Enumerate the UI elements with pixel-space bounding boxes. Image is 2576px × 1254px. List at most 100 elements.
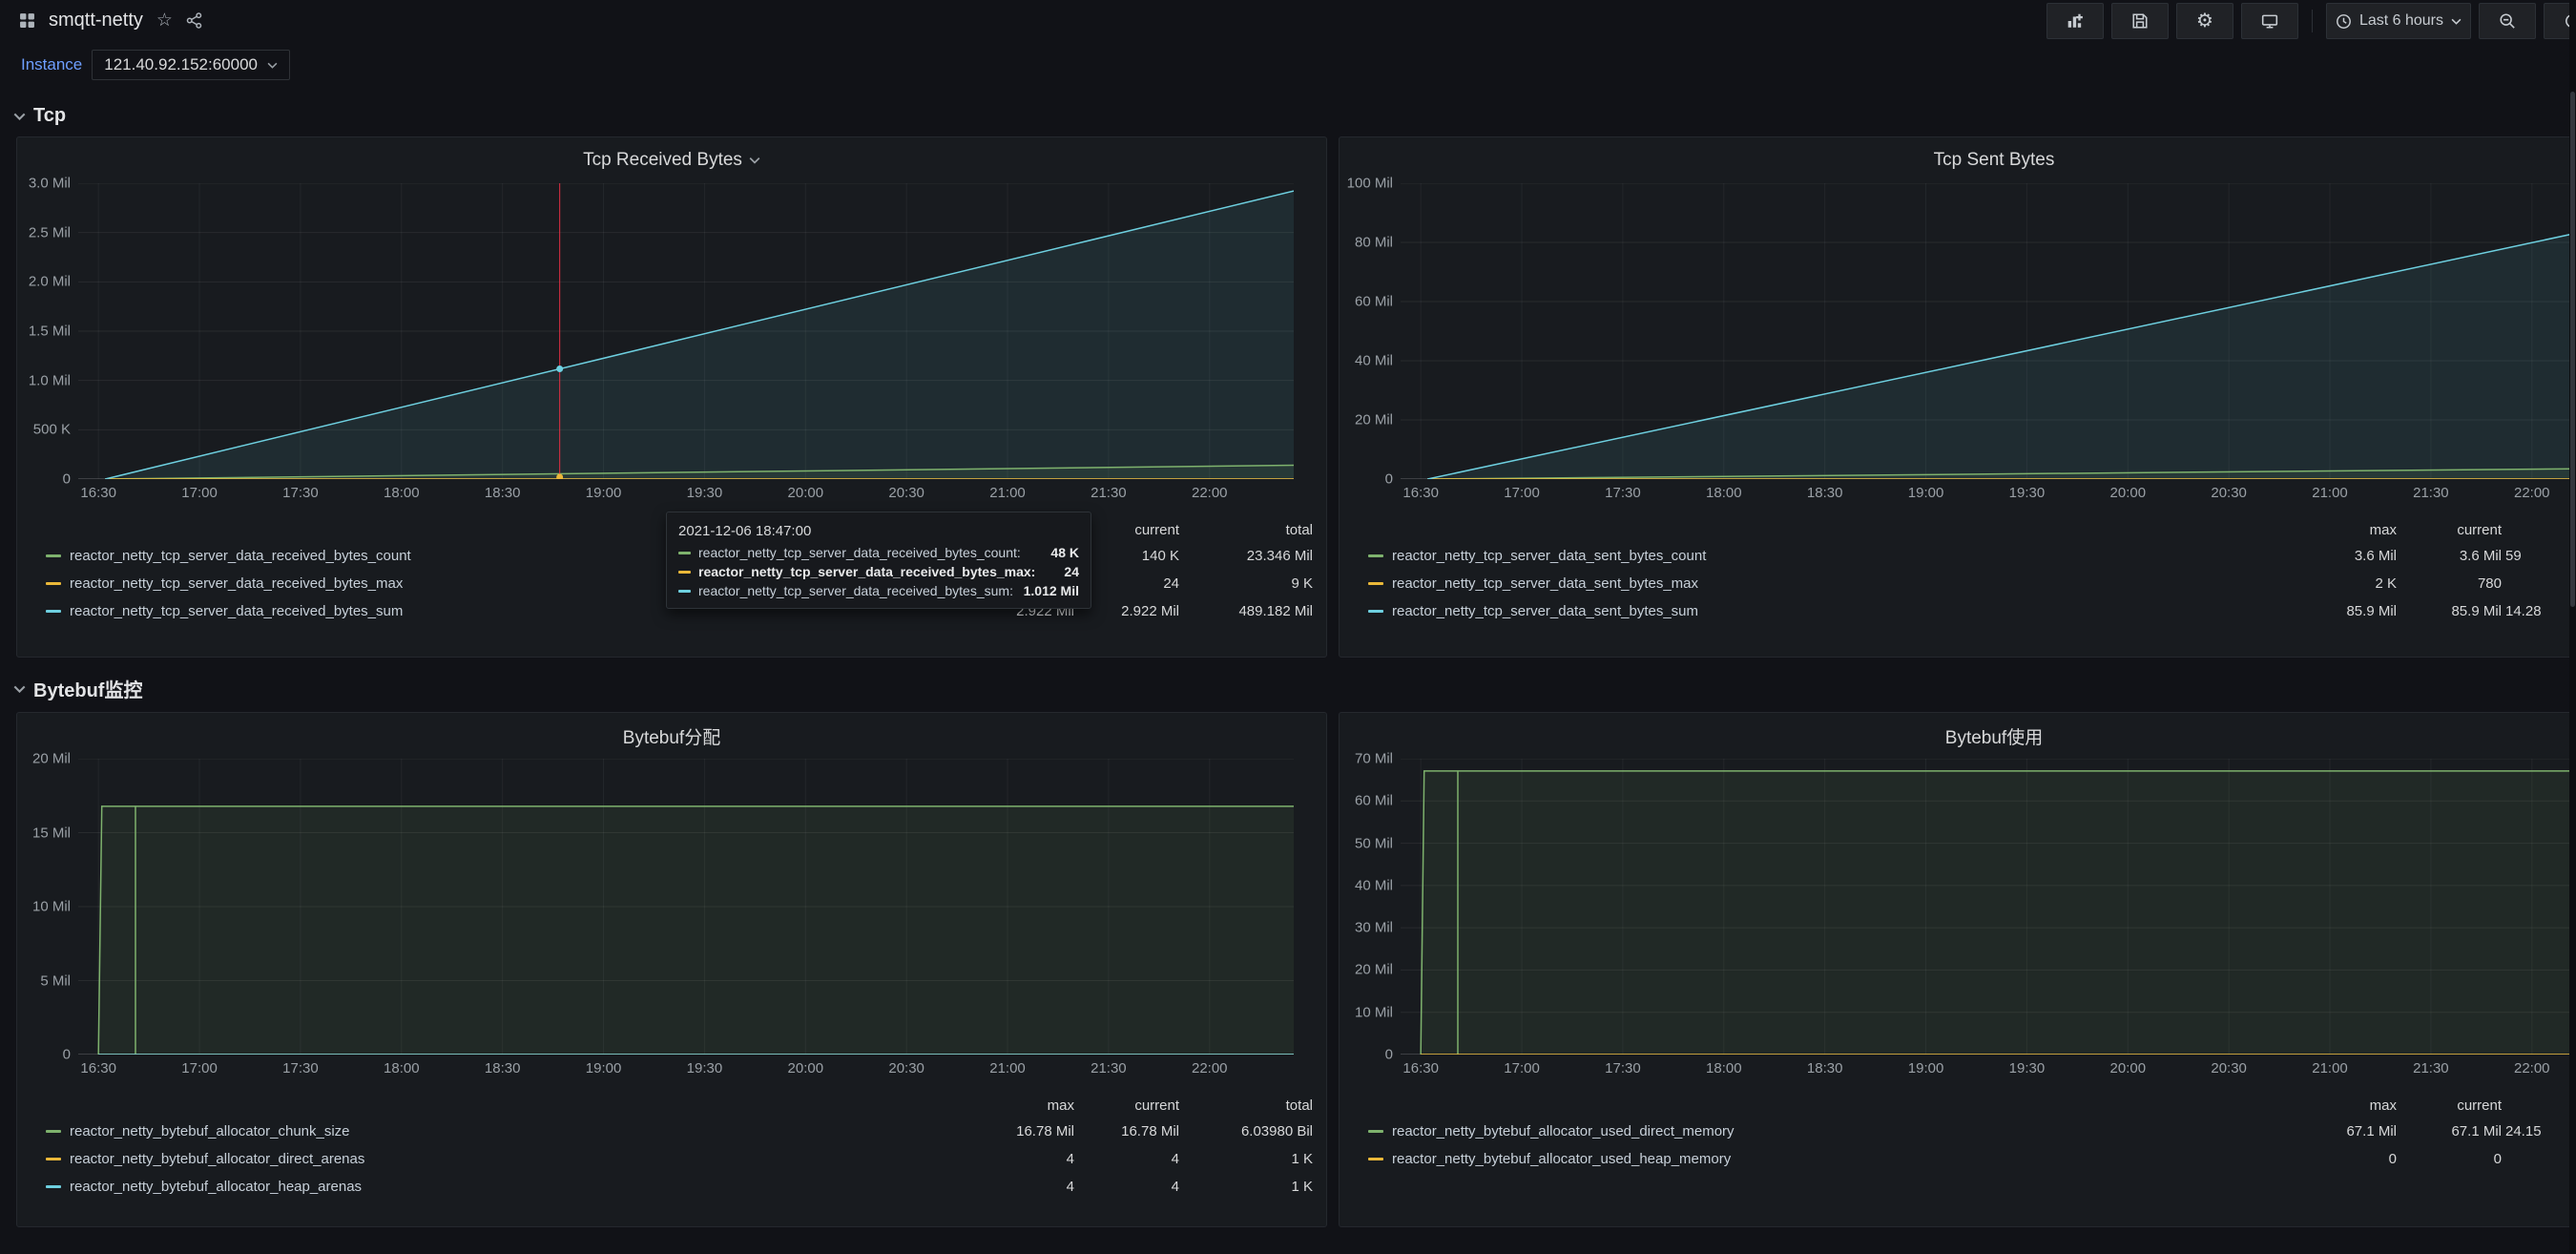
legend: max current total reactor_netty_bytebuf_…: [17, 1093, 1326, 1201]
legend-series-toggle[interactable]: reactor_netty_tcp_server_data_sent_bytes…: [1368, 548, 2273, 564]
legend-max-value: 4: [950, 1179, 1074, 1195]
panel-title-menu[interactable]: Tcp Sent Bytes: [1340, 137, 2576, 183]
legend-header-max[interactable]: max: [2273, 1097, 2397, 1114]
panel-row-bytebuf: Bytebuf分配 05 Mil10 Mil15 Mil20 Mil 16:30…: [0, 712, 2576, 1227]
legend-total-value: 23.346 Mil: [1179, 548, 1313, 564]
chart-tooltip: 2021-12-06 18:47:00 reactor_netty_tcp_se…: [666, 512, 1091, 609]
instance-dropdown-value: 121.40.92.152:60000: [104, 55, 258, 74]
share-icon[interactable]: [186, 12, 202, 29]
legend-header-total[interactable]: total: [1179, 522, 1313, 538]
top-navbar: smqtt-netty ☆ ⚙ Last 6 hours: [0, 0, 2576, 40]
legend-header-total[interactable]: total: [2502, 1097, 2576, 1114]
legend-row: reactor_netty_tcp_server_data_sent_bytes…: [1368, 542, 2576, 570]
series-color-dash: [1368, 582, 1383, 585]
panel-title-menu[interactable]: Tcp Received Bytes: [17, 137, 1326, 183]
legend-series-toggle[interactable]: reactor_netty_bytebuf_allocator_used_hea…: [1368, 1151, 2273, 1167]
legend-max-value: 0: [2273, 1151, 2397, 1167]
legend-header-row: max current total: [46, 1093, 1313, 1118]
chevron-down-icon: [749, 157, 760, 164]
chart-plot[interactable]: [78, 183, 1294, 479]
x-axis-labels: 16:3017:0017:3018:0018:3019:0019:3020:00…: [1340, 1056, 2576, 1083]
legend-header-current[interactable]: current: [1074, 1097, 1179, 1114]
legend-current-value: 67.1 Mil: [2397, 1123, 2502, 1139]
variable-label: Instance: [21, 55, 82, 74]
legend-header-row: max current total: [1368, 517, 2576, 542]
series-color-dash: [678, 552, 691, 554]
legend-max-value: 85.9 Mil: [2273, 603, 2397, 619]
scrollbar-thumb[interactable]: [2570, 92, 2575, 607]
instance-dropdown[interactable]: 121.40.92.152:60000: [92, 50, 290, 80]
section-row-tcp[interactable]: Tcp: [13, 105, 2576, 127]
legend-total-value: 9 K: [1179, 575, 1313, 592]
star-icon[interactable]: ☆: [156, 11, 173, 30]
panel-title-menu[interactable]: Bytebuf分配: [17, 713, 1326, 759]
chevron-down-icon: [13, 685, 26, 693]
series-color-dash: [1368, 610, 1383, 613]
legend-series-toggle[interactable]: reactor_netty_tcp_server_data_sent_bytes…: [1368, 603, 2273, 619]
series-color-dash: [1368, 1130, 1383, 1133]
tooltip-series-row: reactor_netty_tcp_server_data_received_b…: [678, 543, 1079, 562]
time-range-picker[interactable]: Last 6 hours: [2326, 3, 2471, 39]
submenu: Instance 121.40.92.152:60000: [21, 50, 2576, 80]
legend-series-toggle[interactable]: reactor_netty_tcp_server_data_sent_bytes…: [1368, 575, 2273, 592]
legend-current-value: 16.78 Mil: [1074, 1123, 1179, 1139]
divider: [2312, 10, 2313, 32]
dashboard-title[interactable]: smqtt-netty: [49, 10, 143, 31]
legend-series-toggle[interactable]: reactor_netty_bytebuf_allocator_used_dir…: [1368, 1123, 2273, 1139]
legend-total-value: 24.15: [2502, 1123, 2576, 1139]
x-axis-labels: 16:3017:0017:3018:0018:3019:0019:3020:00…: [17, 1056, 1326, 1083]
add-panel-button[interactable]: [2046, 3, 2104, 39]
y-axis-labels: 0500 K1.0 Mil1.5 Mil2.0 Mil2.5 Mil3.0 Mi…: [17, 183, 78, 479]
chart-plot[interactable]: [1401, 759, 2576, 1055]
legend-row: reactor_netty_bytebuf_allocator_heap_are…: [46, 1173, 1313, 1201]
series-color-dash: [46, 1130, 61, 1133]
legend-header-current[interactable]: current: [2397, 522, 2502, 538]
zoom-out-time-button[interactable]: [2479, 3, 2536, 39]
legend-current-value: 85.9 Mil: [2397, 603, 2502, 619]
chart-plot[interactable]: [78, 759, 1294, 1055]
legend-header-max[interactable]: max: [950, 1097, 1074, 1114]
gear-icon: ⚙: [2196, 11, 2213, 31]
save-dashboard-button[interactable]: [2111, 3, 2169, 39]
clock-icon: [2336, 13, 2352, 30]
legend-total-value: 14.28: [2502, 603, 2576, 619]
legend-header-total[interactable]: total: [1179, 1097, 1313, 1114]
series-color-dash: [46, 610, 61, 613]
legend-max-value: 4: [950, 1151, 1074, 1167]
series-color-dash: [46, 1158, 61, 1160]
legend-total-value: 1 K: [1179, 1151, 1313, 1167]
chart-plot[interactable]: [1401, 183, 2576, 479]
section-row-bytebuf[interactable]: Bytebuf监控: [13, 675, 2576, 702]
series-color-dash: [678, 571, 691, 574]
tooltip-series-row-highlighted: reactor_netty_tcp_server_data_received_b…: [678, 562, 1079, 581]
series-color-dash: [1368, 554, 1383, 557]
vertical-scrollbar[interactable]: [2569, 0, 2576, 1254]
legend-header-row: max current total: [1368, 1093, 2576, 1118]
time-range-label: Last 6 hours: [2359, 12, 2443, 30]
y-axis-labels: 05 Mil10 Mil15 Mil20 Mil: [17, 759, 78, 1055]
legend-row: reactor_netty_bytebuf_allocator_chunk_si…: [46, 1118, 1313, 1145]
x-axis-labels: 16:3017:0017:3018:0018:3019:0019:3020:00…: [1340, 481, 2576, 508]
panel-title: Bytebuf分配: [623, 723, 720, 749]
legend-row: reactor_netty_tcp_server_data_sent_bytes…: [1368, 597, 2576, 625]
legend-header-current[interactable]: current: [2397, 1097, 2502, 1114]
legend-row: reactor_netty_bytebuf_allocator_used_hea…: [1368, 1145, 2576, 1173]
legend-series-toggle[interactable]: reactor_netty_bytebuf_allocator_direct_a…: [46, 1151, 950, 1167]
series-color-dash: [46, 582, 61, 585]
legend-series-toggle[interactable]: reactor_netty_bytebuf_allocator_heap_are…: [46, 1179, 950, 1195]
apps-grid-icon[interactable]: [19, 12, 35, 29]
dashboard-settings-button[interactable]: ⚙: [2176, 3, 2233, 39]
legend-header-total[interactable]: total: [2502, 522, 2576, 538]
panel-tcp-received-bytes: Tcp Received Bytes 0500 K1.0 Mil1.5 Mil2…: [16, 136, 1327, 658]
tooltip-series-row: reactor_netty_tcp_server_data_received_b…: [678, 581, 1079, 600]
legend-series-toggle[interactable]: reactor_netty_bytebuf_allocator_chunk_si…: [46, 1123, 950, 1139]
legend-total-value: 59: [2502, 548, 2576, 564]
cycle-view-mode-button[interactable]: [2241, 3, 2298, 39]
panel-title-menu[interactable]: Bytebuf使用: [1340, 713, 2576, 759]
panel-title: Tcp Received Bytes: [583, 150, 742, 171]
chevron-down-icon: [13, 113, 26, 120]
legend-total-value: 489.182 Mil: [1179, 603, 1313, 619]
panel-row-tcp: Tcp Received Bytes 0500 K1.0 Mil1.5 Mil2…: [0, 136, 2576, 658]
panel-bytebuf-alloc: Bytebuf分配 05 Mil10 Mil15 Mil20 Mil 16:30…: [16, 712, 1327, 1227]
legend-header-max[interactable]: max: [2273, 522, 2397, 538]
